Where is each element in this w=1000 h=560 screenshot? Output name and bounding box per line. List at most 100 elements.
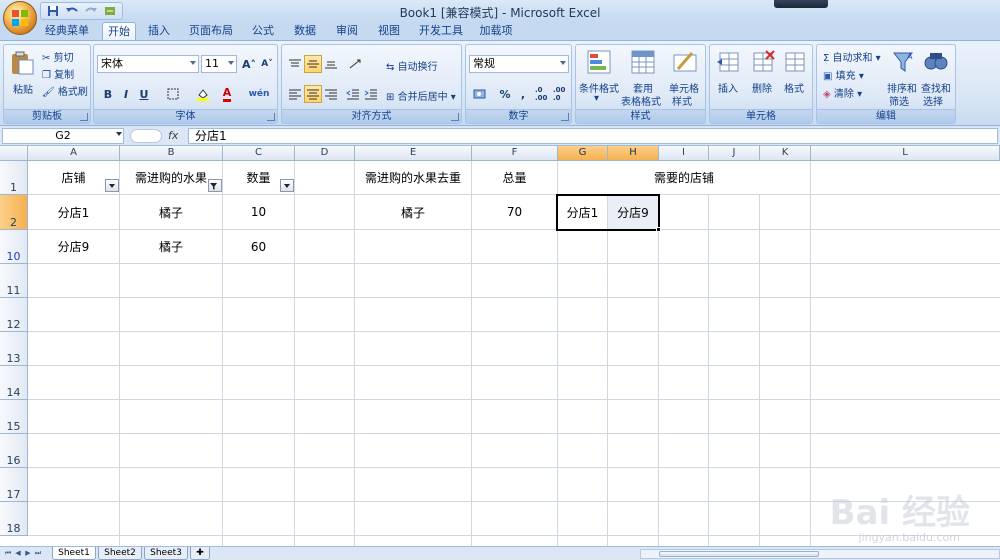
- delete-cells-label[interactable]: 删除: [752, 80, 772, 95]
- redo-icon[interactable]: [83, 4, 99, 18]
- insert-cells-label[interactable]: 插入: [718, 80, 738, 95]
- merge-center-button[interactable]: ⊞ 合并后居中 ▾: [386, 88, 456, 103]
- col-header-g[interactable]: G: [558, 146, 608, 161]
- format-painter-button[interactable]: 🖌 格式刷: [42, 83, 88, 98]
- col-header-d[interactable]: D: [295, 146, 355, 161]
- tab-addins[interactable]: 加载项: [474, 22, 518, 40]
- format-as-table-icon[interactable]: [630, 49, 656, 75]
- percent-button[interactable]: %: [496, 85, 514, 103]
- horizontal-scroll-thumb[interactable]: [659, 551, 819, 557]
- alignment-launcher-icon[interactable]: [451, 113, 459, 121]
- autosum-button[interactable]: Σ 自动求和 ▾: [823, 49, 881, 64]
- row-header-1[interactable]: 1: [0, 161, 28, 195]
- filter-dropdown-c[interactable]: [280, 179, 294, 192]
- col-header-j[interactable]: J: [709, 146, 760, 161]
- last-sheet-icon[interactable]: ⏭: [34, 549, 42, 558]
- align-center-icon[interactable]: [304, 85, 322, 103]
- cell-a10[interactable]: 分店9: [28, 230, 119, 263]
- row-header-10[interactable]: 10: [0, 230, 28, 264]
- first-sheet-icon[interactable]: ⏮: [4, 549, 12, 558]
- tab-classic-menu[interactable]: 经典菜单: [38, 22, 96, 40]
- name-box-dropdown-icon[interactable]: [116, 132, 122, 136]
- tab-page-layout[interactable]: 页面布局: [184, 22, 238, 40]
- cell-f2[interactable]: 70: [472, 195, 557, 229]
- sort-filter-icon[interactable]: A: [891, 49, 917, 75]
- paste-icon[interactable]: [9, 50, 35, 76]
- tab-data[interactable]: 数据: [288, 22, 322, 40]
- col-header-e[interactable]: E: [355, 146, 472, 161]
- formula-input[interactable]: 分店1: [188, 128, 998, 144]
- find-select-icon[interactable]: [923, 49, 949, 75]
- shrink-font-button[interactable]: A ˅: [258, 55, 276, 73]
- col-header-f[interactable]: F: [472, 146, 558, 161]
- row-header-12[interactable]: 12: [0, 298, 28, 332]
- align-top-icon[interactable]: [286, 55, 304, 73]
- fill-button[interactable]: ▣ 填充 ▾: [823, 67, 864, 82]
- col-header-a[interactable]: A: [28, 146, 120, 161]
- cell-c10[interactable]: 60: [223, 230, 294, 263]
- row-header-2[interactable]: 2: [0, 195, 28, 230]
- conditional-format-caret[interactable]: ▾: [594, 93, 599, 104]
- cell-c2[interactable]: 10: [223, 195, 294, 229]
- row-header-13[interactable]: 13: [0, 332, 28, 366]
- copy-button[interactable]: ❐ 复制: [42, 66, 74, 81]
- row-header-18[interactable]: 18: [0, 502, 28, 536]
- worksheet-grid[interactable]: A B C D E F G H I J K L 1 2 10 11 12 13 …: [0, 146, 1000, 546]
- cell-e1[interactable]: 需进购的水果去重: [355, 161, 471, 194]
- next-sheet-icon[interactable]: ▶: [24, 549, 32, 558]
- row-header-17[interactable]: 17: [0, 468, 28, 502]
- cell-b10[interactable]: 橘子: [120, 230, 222, 263]
- cell-f1[interactable]: 总量: [472, 161, 557, 194]
- row-header-14[interactable]: 14: [0, 366, 28, 400]
- col-header-b[interactable]: B: [120, 146, 223, 161]
- bold-button[interactable]: B: [99, 85, 117, 103]
- font-launcher-icon[interactable]: [267, 113, 275, 121]
- cell-g1-merged[interactable]: 需要的店铺: [558, 161, 810, 194]
- number-launcher-icon[interactable]: [561, 113, 569, 121]
- underline-button[interactable]: U: [135, 85, 153, 103]
- font-name-select[interactable]: 宋体: [97, 55, 199, 73]
- row-header-15[interactable]: 15: [0, 400, 28, 434]
- format-as-table-label-2[interactable]: 表格格式: [621, 93, 661, 108]
- delete-cells-icon[interactable]: [750, 49, 776, 75]
- horizontal-scrollbar[interactable]: [640, 549, 1000, 559]
- number-format-select[interactable]: 常规: [469, 55, 569, 73]
- row-header-16[interactable]: 16: [0, 434, 28, 468]
- format-cells-label[interactable]: 格式: [784, 80, 804, 95]
- cell-e2[interactable]: 橘子: [355, 195, 471, 229]
- clipboard-launcher-icon[interactable]: [80, 113, 88, 121]
- orientation-icon[interactable]: [346, 55, 364, 73]
- filter-active-b[interactable]: [208, 179, 222, 192]
- tab-developer[interactable]: 开发工具: [414, 22, 468, 40]
- insert-cells-icon[interactable]: [716, 49, 742, 75]
- wrap-text-button[interactable]: ⇆ 自动换行: [386, 58, 438, 73]
- col-header-k[interactable]: K: [760, 146, 811, 161]
- insert-sheet-icon[interactable]: ✚: [190, 547, 210, 560]
- tab-home[interactable]: 开始: [102, 22, 136, 41]
- prev-sheet-icon[interactable]: ◀: [14, 549, 22, 558]
- cell-styles-label-2[interactable]: 样式: [672, 93, 692, 108]
- borders-icon[interactable]: [164, 85, 182, 103]
- comma-button[interactable]: ,: [514, 85, 532, 103]
- row-header-11[interactable]: 11: [0, 264, 28, 298]
- col-header-l[interactable]: L: [811, 146, 1000, 161]
- col-header-h[interactable]: H: [608, 146, 659, 161]
- clear-button[interactable]: ◈ 清除 ▾: [823, 85, 862, 100]
- formula-bar-splitter[interactable]: [130, 129, 162, 143]
- align-right-icon[interactable]: [322, 85, 340, 103]
- fill-handle[interactable]: [656, 227, 661, 232]
- decrease-decimal-button[interactable]: .00 .0: [552, 85, 568, 103]
- cut-button[interactable]: ✂ 剪切: [42, 49, 74, 64]
- decrease-indent-icon[interactable]: [344, 85, 362, 103]
- col-header-c[interactable]: C: [223, 146, 295, 161]
- sort-filter-label-2[interactable]: 筛选: [889, 93, 909, 108]
- align-middle-icon[interactable]: [304, 55, 322, 73]
- sheet-tab-2[interactable]: Sheet2: [98, 547, 142, 560]
- phonetic-guide-button[interactable]: wén: [246, 85, 272, 103]
- tab-formulas[interactable]: 公式: [246, 22, 280, 40]
- align-bottom-icon[interactable]: [322, 55, 340, 73]
- col-header-i[interactable]: I: [659, 146, 709, 161]
- save-icon[interactable]: [45, 4, 61, 18]
- select-all-corner[interactable]: [0, 146, 28, 161]
- currency-icon[interactable]: [470, 85, 492, 103]
